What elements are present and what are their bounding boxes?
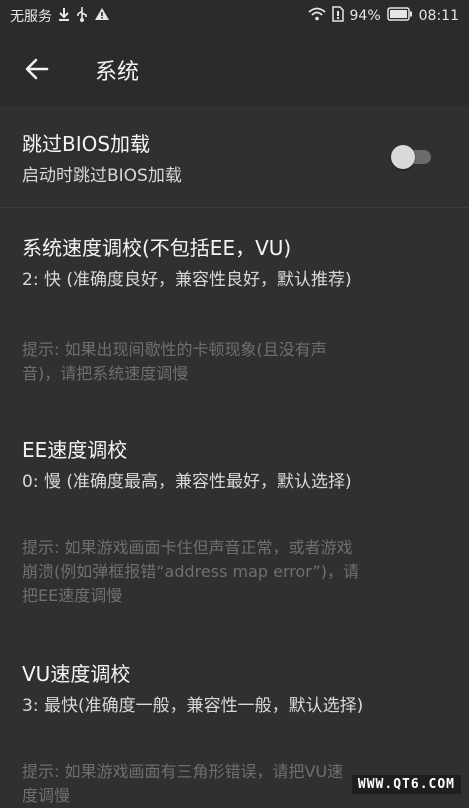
setting-skip-bios[interactable]: 跳过BIOS加载 启动时跳过BIOS加载 [22, 128, 447, 186]
status-bar-left: 无服务 [10, 6, 110, 26]
hint-line: 崩溃(例如弹框报错“address map error”)，请 [22, 562, 360, 581]
battery-percent: 94% [349, 8, 381, 24]
setting-ee-speed[interactable]: EE速度调校 0: 慢 (准确度最高，兼容性最好，默认选择) [22, 434, 447, 492]
usb-icon [76, 6, 88, 26]
setting-title: VU速度调校 [22, 662, 131, 686]
status-bar-right: 94% 08:11 [307, 6, 459, 26]
watermark: WWW.QT6.COM [351, 775, 461, 794]
skip-bios-toggle[interactable] [391, 142, 435, 170]
arrow-left-icon [25, 58, 49, 80]
battery-icon [386, 7, 413, 25]
system-speed-hint: 提示: 如果出现间歇性的卡顿现象(且没有声 音)，请把系统速度调慢 [22, 338, 447, 386]
clock: 08:11 [418, 8, 459, 24]
setting-summary: 3: 最快(准确度一般，兼容性一般，默认选择) [22, 696, 364, 716]
setting-summary: 0: 慢 (准确度最高，兼容性最好，默认选择) [22, 472, 352, 492]
sim-icon [331, 6, 344, 26]
setting-summary: 启动时跳过BIOS加载 [22, 166, 182, 186]
hint-line: 音)，请把系统速度调慢 [22, 364, 189, 383]
divider [0, 207, 469, 208]
hint-line: 把EE速度调慢 [22, 586, 123, 605]
carrier-label: 无服务 [10, 9, 52, 25]
hint-line: 提示: 如果出现间歇性的卡顿现象(且没有声 [22, 340, 327, 359]
setting-title: EE速度调校 [22, 438, 128, 462]
page-title: 系统 [95, 60, 140, 85]
setting-title: 跳过BIOS加载 [22, 132, 151, 156]
hint-line: 提示: 如果游戏画面卡住但声音正常，或者游戏 [22, 538, 353, 557]
setting-title: 系统速度调校(不包括EE，VU) [22, 236, 292, 260]
ee-speed-hint: 提示: 如果游戏画面卡住但声音正常，或者游戏 崩溃(例如弹框报错“address… [22, 536, 447, 608]
wifi-icon [307, 7, 326, 25]
toggle-knob [391, 145, 415, 169]
setting-vu-speed[interactable]: VU速度调校 3: 最快(准确度一般，兼容性一般，默认选择) [22, 658, 447, 716]
back-button[interactable] [22, 54, 52, 84]
warning-icon [94, 7, 110, 25]
app-bar: 系统 [0, 32, 469, 106]
status-bar: 无服务 94% 08:11 [0, 0, 469, 32]
download-icon [58, 7, 70, 25]
setting-summary: 2: 快 (准确度良好，兼容性良好，默认推荐) [22, 270, 352, 290]
setting-system-speed[interactable]: 系统速度调校(不包括EE，VU) 2: 快 (准确度良好，兼容性良好，默认推荐) [22, 232, 447, 290]
